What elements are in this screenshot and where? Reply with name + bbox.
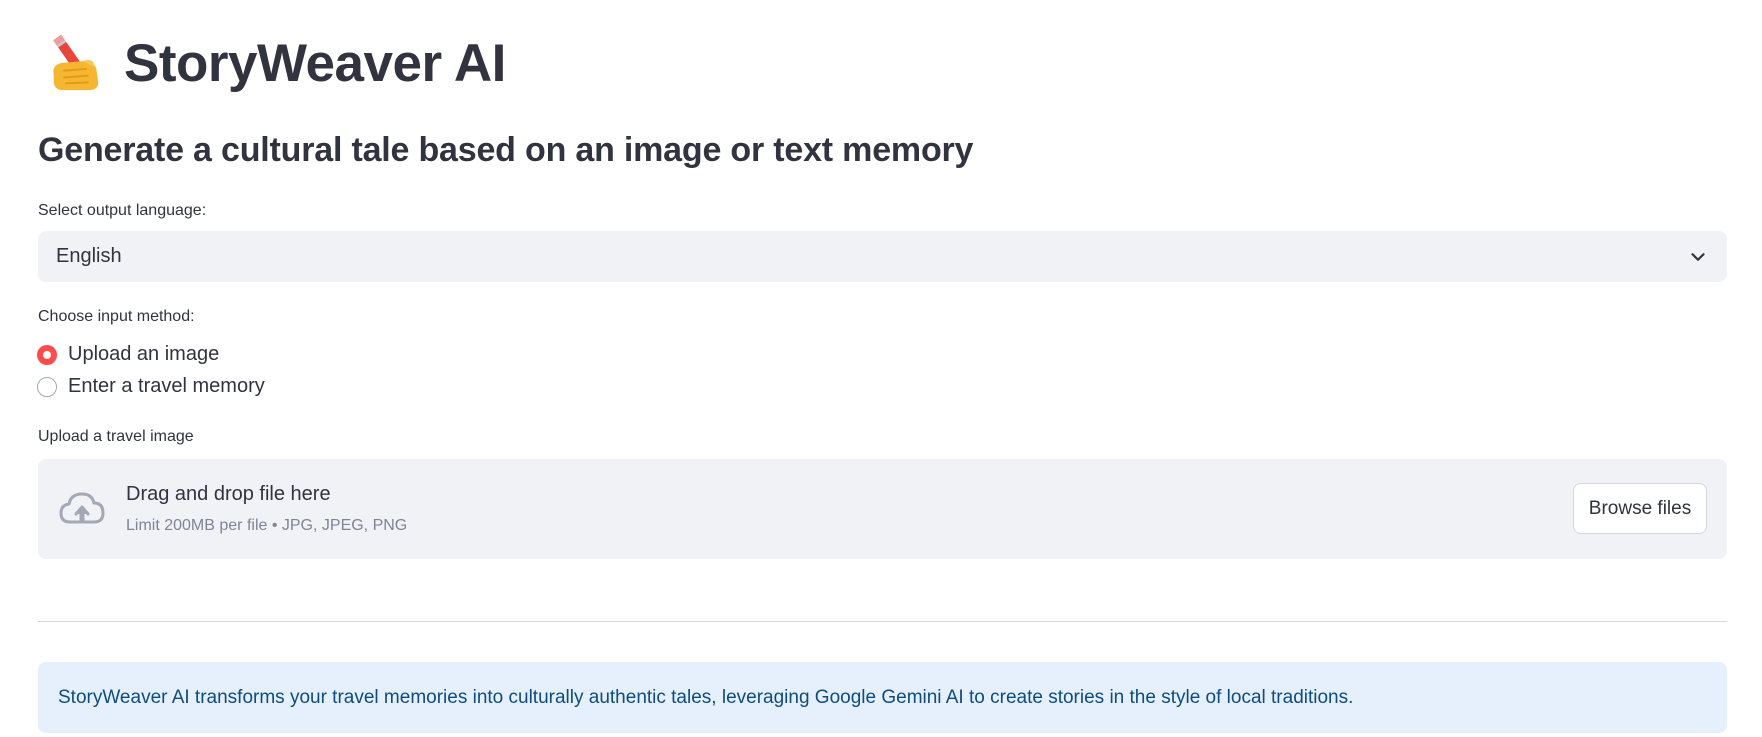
dropzone-hint: Limit 200MB per file • JPG, JPEG, PNG — [126, 517, 408, 534]
browse-files-button[interactable]: Browse files — [1573, 483, 1707, 534]
uploader-label: Upload a travel image — [38, 428, 194, 445]
radio-checked-icon[interactable] — [37, 344, 57, 365]
radio-option-label: Upload an image — [68, 343, 220, 365]
info-text: StoryWeaver AI transforms your travel me… — [58, 686, 1354, 708]
page-header: StoryWeaver AI — [44, 30, 506, 96]
radio-unchecked-icon[interactable] — [37, 376, 57, 397]
radio-option-label: Enter a travel memory — [68, 375, 265, 397]
main-container: StoryWeaver AI Generate a cultural tale … — [0, 0, 1762, 737]
language-select[interactable]: English — [38, 231, 1727, 282]
radio-option-upload-image[interactable]: Upload an image — [37, 343, 219, 366]
info-alert: StoryWeaver AI transforms your travel me… — [38, 662, 1727, 733]
cloud-upload-icon — [59, 492, 105, 524]
page-title: StoryWeaver AI — [124, 33, 506, 93]
divider — [38, 621, 1727, 622]
language-select-value: English — [56, 245, 122, 267]
dropzone-title: Drag and drop file here — [126, 483, 331, 505]
writing-hand-emoji-icon — [53, 34, 99, 91]
input-method-label: Choose input method: — [38, 308, 195, 325]
chevron-down-icon — [1691, 252, 1705, 261]
file-dropzone[interactable]: Drag and drop file here Limit 200MB per … — [38, 459, 1727, 559]
page-subheader: Generate a cultural tale based on an ima… — [38, 131, 974, 169]
radio-option-travel-memory[interactable]: Enter a travel memory — [37, 375, 265, 398]
language-select-label: Select output language: — [38, 202, 207, 219]
